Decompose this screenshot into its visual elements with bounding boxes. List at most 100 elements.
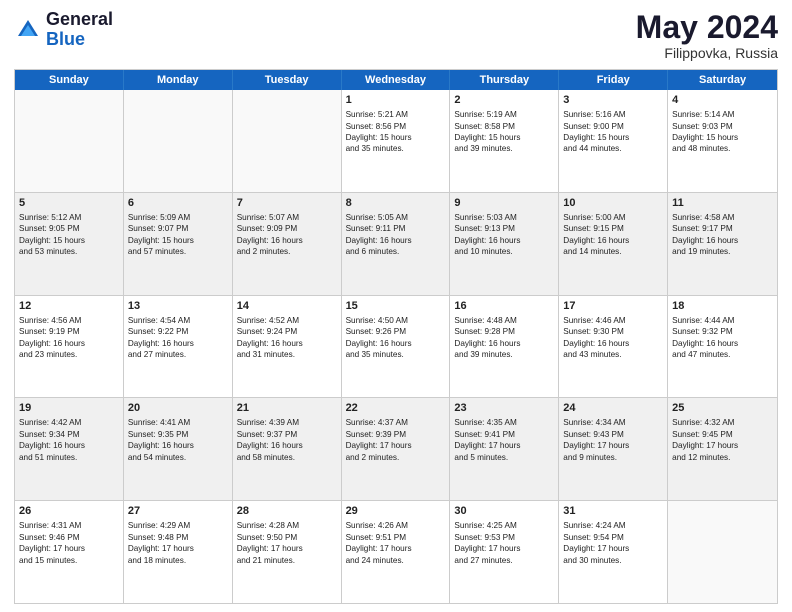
day-cell-30: 30Sunrise: 4:25 AMSunset: 9:53 PMDayligh… xyxy=(450,501,559,603)
day-number: 3 xyxy=(563,93,663,108)
day-cell-22: 22 Sunrise: 4:37 AMSunset: 9:39 PMDayligh… xyxy=(342,398,451,500)
day-cell-9: 9 Sunrise: 5:03 AMSunset: 9:13 PMDaylight… xyxy=(450,193,559,295)
day-cell-20: 20Sunrise: 4:41 AMSunset: 9:35 PMDayligh… xyxy=(124,398,233,500)
day-cell-14: 14 Sunrise: 4:52 AMSunset: 9:24 PMDayligh… xyxy=(233,296,342,398)
day-number: 29 xyxy=(346,504,446,519)
day-cell-16: 16 Sunrise: 4:48 AMSunset: 9:28 PMDayligh… xyxy=(450,296,559,398)
day-header-monday: Monday xyxy=(124,70,233,90)
day-cell-29: 29 Sunrise: 4:26 AMSunset: 9:51 PMDayligh… xyxy=(342,501,451,603)
day-info: Sunrise: 4:52 AMSunset: 9:24 PMDaylight:… xyxy=(237,316,303,359)
logo-icon xyxy=(14,16,42,44)
day-cell-28: 28 Sunrise: 4:28 AMSunset: 9:50 PMDayligh… xyxy=(233,501,342,603)
day-cell-12: 12Sunrise: 4:56 AMSunset: 9:19 PMDayligh… xyxy=(15,296,124,398)
day-cell-24: 24Sunrise: 4:34 AMSunset: 9:43 PMDayligh… xyxy=(559,398,668,500)
day-number: 25 xyxy=(672,401,773,416)
day-info: Sunrise: 4:58 AMSunset: 9:17 PMDaylight:… xyxy=(672,213,738,256)
day-number: 1 xyxy=(346,93,446,108)
day-cell-15: 15 Sunrise: 4:50 AMSunset: 9:26 PMDayligh… xyxy=(342,296,451,398)
day-info: Sunrise: 5:19 AMSunset: 8:58 PMDaylight:… xyxy=(454,110,520,153)
day-cell-19: 19Sunrise: 4:42 AMSunset: 9:34 PMDayligh… xyxy=(15,398,124,500)
day-number: 5 xyxy=(19,196,119,211)
day-info: Sunrise: 5:03 AMSunset: 9:13 PMDaylight:… xyxy=(454,213,520,256)
day-number: 28 xyxy=(237,504,337,519)
day-cell-11: 11Sunrise: 4:58 AMSunset: 9:17 PMDayligh… xyxy=(668,193,777,295)
day-cell-18: 18Sunrise: 4:44 AMSunset: 9:32 PMDayligh… xyxy=(668,296,777,398)
day-number: 23 xyxy=(454,401,554,416)
day-info: Sunrise: 5:14 AMSunset: 9:03 PMDaylight:… xyxy=(672,110,738,153)
day-info: Sunrise: 4:31 AMSunset: 9:46 PMDaylight:… xyxy=(19,521,85,564)
day-info: Sunrise: 4:29 AMSunset: 9:48 PMDaylight:… xyxy=(128,521,194,564)
day-number: 21 xyxy=(237,401,337,416)
empty-cell xyxy=(668,501,777,603)
day-info: Sunrise: 5:05 AMSunset: 9:11 PMDaylight:… xyxy=(346,213,412,256)
calendar-row-3: 19Sunrise: 4:42 AMSunset: 9:34 PMDayligh… xyxy=(15,398,777,501)
logo-general: General xyxy=(46,10,113,30)
day-header-sunday: Sunday xyxy=(15,70,124,90)
day-number: 27 xyxy=(128,504,228,519)
day-info: Sunrise: 4:26 AMSunset: 9:51 PMDaylight:… xyxy=(346,521,412,564)
calendar: SundayMondayTuesdayWednesdayThursdayFrid… xyxy=(14,69,778,604)
day-info: Sunrise: 4:35 AMSunset: 9:41 PMDaylight:… xyxy=(454,418,520,461)
day-number: 2 xyxy=(454,93,554,108)
logo-text: General Blue xyxy=(46,10,113,50)
day-header-saturday: Saturday xyxy=(668,70,777,90)
day-number: 22 xyxy=(346,401,446,416)
day-number: 7 xyxy=(237,196,337,211)
day-info: Sunrise: 4:24 AMSunset: 9:54 PMDaylight:… xyxy=(563,521,629,564)
day-cell-27: 27 Sunrise: 4:29 AMSunset: 9:48 PMDayligh… xyxy=(124,501,233,603)
empty-cell xyxy=(15,90,124,192)
day-number: 17 xyxy=(563,299,663,314)
empty-cell xyxy=(124,90,233,192)
day-cell-5: 5 Sunrise: 5:12 AMSunset: 9:05 PMDaylight… xyxy=(15,193,124,295)
day-cell-31: 31 Sunrise: 4:24 AMSunset: 9:54 PMDayligh… xyxy=(559,501,668,603)
calendar-row-4: 26Sunrise: 4:31 AMSunset: 9:46 PMDayligh… xyxy=(15,501,777,603)
day-info: Sunrise: 5:07 AMSunset: 9:09 PMDaylight:… xyxy=(237,213,303,256)
day-cell-8: 8 Sunrise: 5:05 AMSunset: 9:11 PMDaylight… xyxy=(342,193,451,295)
calendar-header: SundayMondayTuesdayWednesdayThursdayFrid… xyxy=(15,70,777,90)
day-number: 6 xyxy=(128,196,228,211)
day-header-friday: Friday xyxy=(559,70,668,90)
logo: General Blue xyxy=(14,10,113,50)
day-cell-23: 23 Sunrise: 4:35 AMSunset: 9:41 PMDayligh… xyxy=(450,398,559,500)
day-number: 20 xyxy=(128,401,228,416)
month-year: May 2024 xyxy=(636,10,778,45)
day-cell-1: 1 Sunrise: 5:21 AMSunset: 8:56 PMDaylight… xyxy=(342,90,451,192)
day-info: Sunrise: 4:37 AMSunset: 9:39 PMDaylight:… xyxy=(346,418,412,461)
day-info: Sunrise: 4:46 AMSunset: 9:30 PMDaylight:… xyxy=(563,316,629,359)
location: Filippovka, Russia xyxy=(636,45,778,61)
day-number: 12 xyxy=(19,299,119,314)
header: General Blue May 2024 Filippovka, Russia xyxy=(14,10,778,61)
day-cell-10: 10 Sunrise: 5:00 AMSunset: 9:15 PMDayligh… xyxy=(559,193,668,295)
day-number: 10 xyxy=(563,196,663,211)
day-info: Sunrise: 4:28 AMSunset: 9:50 PMDaylight:… xyxy=(237,521,303,564)
day-cell-3: 3Sunrise: 5:16 AMSunset: 9:00 PMDaylight… xyxy=(559,90,668,192)
day-cell-6: 6Sunrise: 5:09 AMSunset: 9:07 PMDaylight… xyxy=(124,193,233,295)
day-number: 30 xyxy=(454,504,554,519)
calendar-row-1: 5 Sunrise: 5:12 AMSunset: 9:05 PMDaylight… xyxy=(15,193,777,296)
day-number: 14 xyxy=(237,299,337,314)
calendar-row-0: 1 Sunrise: 5:21 AMSunset: 8:56 PMDaylight… xyxy=(15,90,777,193)
calendar-row-2: 12Sunrise: 4:56 AMSunset: 9:19 PMDayligh… xyxy=(15,296,777,399)
day-number: 31 xyxy=(563,504,663,519)
day-info: Sunrise: 5:21 AMSunset: 8:56 PMDaylight:… xyxy=(346,110,412,153)
day-number: 15 xyxy=(346,299,446,314)
day-number: 19 xyxy=(19,401,119,416)
day-number: 9 xyxy=(454,196,554,211)
title-block: May 2024 Filippovka, Russia xyxy=(636,10,778,61)
day-cell-7: 7 Sunrise: 5:07 AMSunset: 9:09 PMDaylight… xyxy=(233,193,342,295)
day-info: Sunrise: 4:50 AMSunset: 9:26 PMDaylight:… xyxy=(346,316,412,359)
day-number: 16 xyxy=(454,299,554,314)
calendar-body: 1 Sunrise: 5:21 AMSunset: 8:56 PMDaylight… xyxy=(15,90,777,603)
day-info: Sunrise: 5:12 AMSunset: 9:05 PMDaylight:… xyxy=(19,213,85,256)
day-cell-21: 21Sunrise: 4:39 AMSunset: 9:37 PMDayligh… xyxy=(233,398,342,500)
day-number: 4 xyxy=(672,93,773,108)
day-info: Sunrise: 4:44 AMSunset: 9:32 PMDaylight:… xyxy=(672,316,738,359)
day-info: Sunrise: 4:48 AMSunset: 9:28 PMDaylight:… xyxy=(454,316,520,359)
day-info: Sunrise: 5:00 AMSunset: 9:15 PMDaylight:… xyxy=(563,213,629,256)
day-number: 8 xyxy=(346,196,446,211)
day-cell-4: 4 Sunrise: 5:14 AMSunset: 9:03 PMDaylight… xyxy=(668,90,777,192)
day-cell-26: 26Sunrise: 4:31 AMSunset: 9:46 PMDayligh… xyxy=(15,501,124,603)
day-cell-2: 2 Sunrise: 5:19 AMSunset: 8:58 PMDaylight… xyxy=(450,90,559,192)
day-info: Sunrise: 4:32 AMSunset: 9:45 PMDaylight:… xyxy=(672,418,738,461)
day-header-wednesday: Wednesday xyxy=(342,70,451,90)
